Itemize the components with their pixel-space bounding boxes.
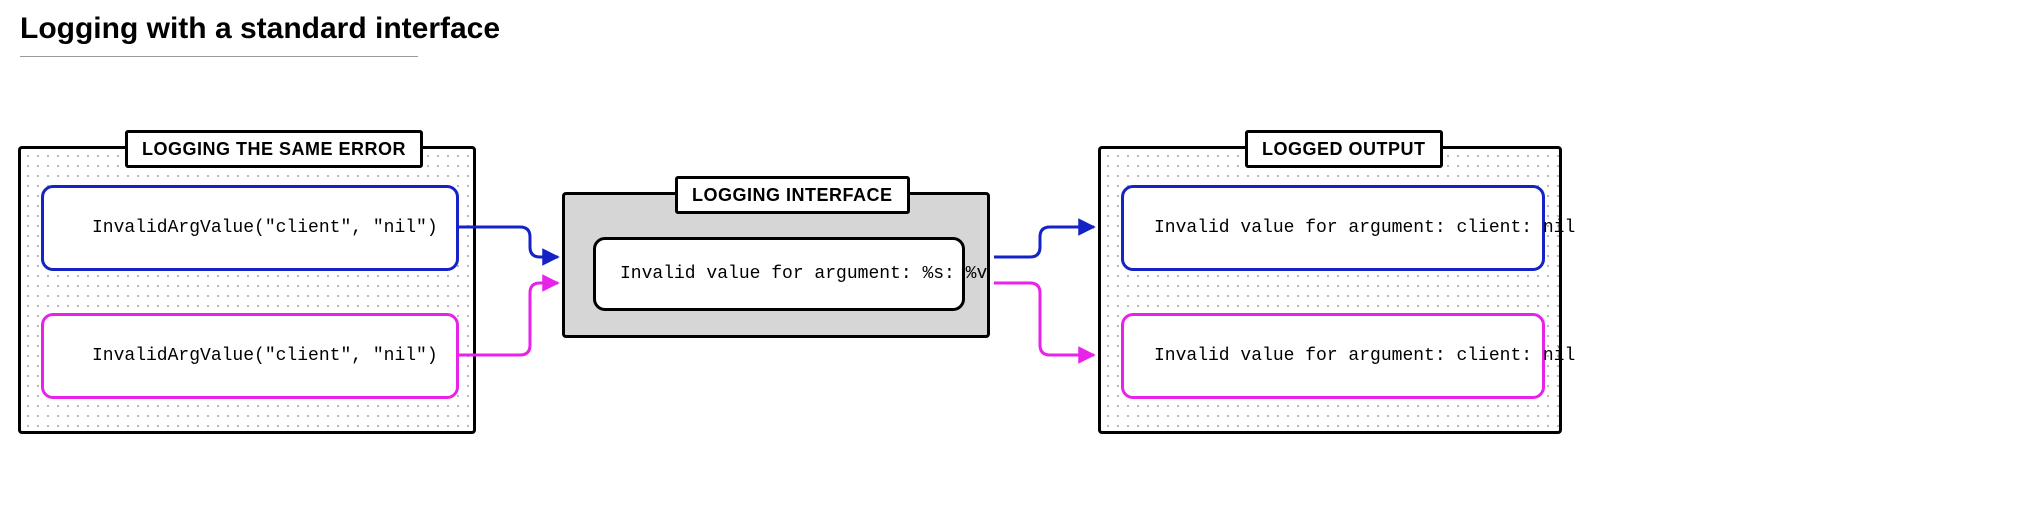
input-panel: LOGGING THE SAME ERROR InvalidArgValue("… [18,146,476,434]
interface-panel-label: LOGGING INTERFACE [675,176,910,214]
output-panel-label: LOGGED OUTPUT [1245,130,1443,168]
input-call-2: InvalidArgValue("client", "nil") [41,313,459,399]
input-panel-label: LOGGING THE SAME ERROR [125,130,423,168]
diagram-root: Logging with a standard interface LOGGIN… [0,0,2019,522]
title-underline [20,56,418,57]
output-panel: LOGGED OUTPUT Invalid value for argument… [1098,146,1562,434]
output-line-1: Invalid value for argument: client: nil [1121,185,1545,271]
interface-format-string: Invalid value for argument: %s: %v [593,237,965,311]
output-line-2: Invalid value for argument: client: nil [1121,313,1545,399]
arrow-interface-to-output2 [994,283,1094,355]
arrow-interface-to-output1 [994,227,1094,257]
input-call-1: InvalidArgValue("client", "nil") [41,185,459,271]
interface-panel: LOGGING INTERFACE Invalid value for argu… [562,192,990,338]
page-title: Logging with a standard interface [20,12,500,46]
